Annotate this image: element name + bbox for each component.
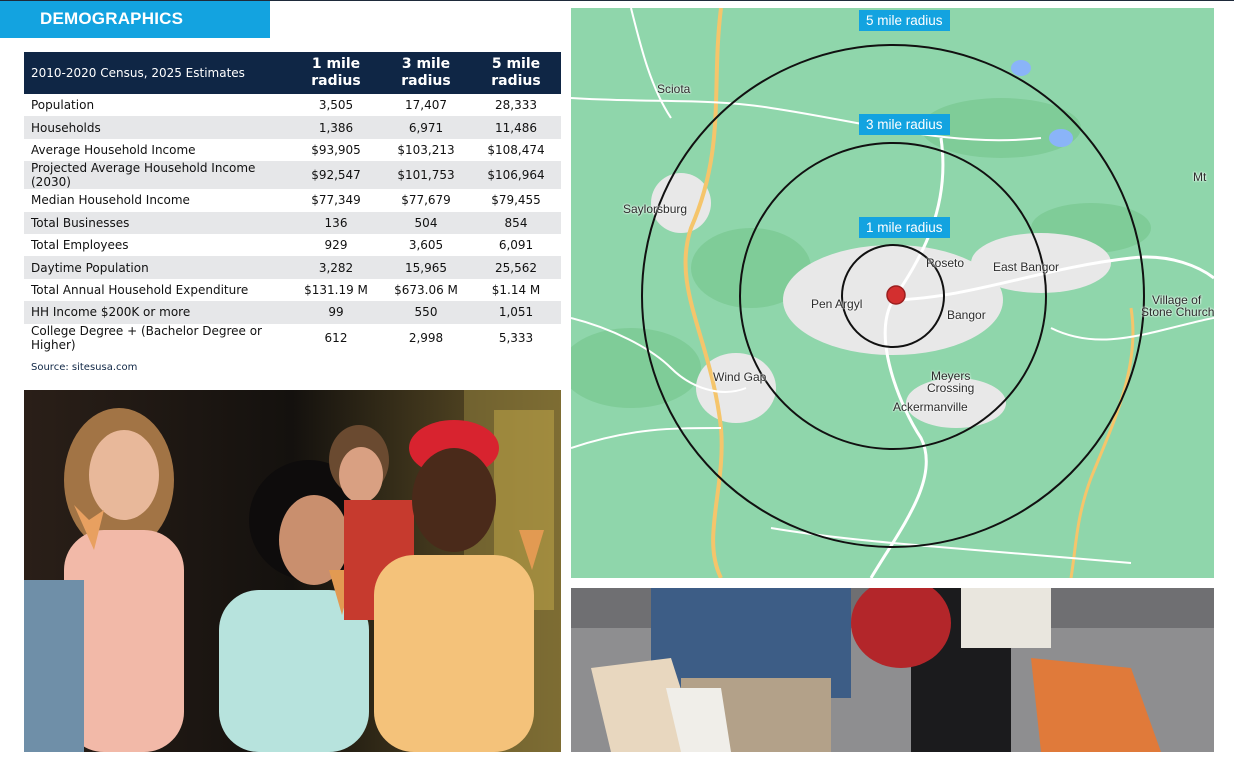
cell-value: 3,505 <box>318 98 354 113</box>
place-east-bangor: East Bangor <box>993 260 1060 274</box>
photo-friends-ice-cream <box>24 390 561 752</box>
cell-value: 17,407 <box>405 98 447 113</box>
cell-value: 3,605 <box>408 238 444 253</box>
table-row: Total Annual Household Expenditure $131.1… <box>24 279 561 301</box>
row-label: College Degree + (Bachelor Degree or Hig… <box>31 323 262 352</box>
place-mt: Mt <box>1193 170 1207 184</box>
table-row: Median Household Income $77,349 $77,679 $79… <box>24 189 561 211</box>
section-banner: DEMOGRAPHICS <box>0 1 270 38</box>
cell-value: 550 <box>414 305 438 320</box>
cell-value: 1,386 <box>318 120 354 135</box>
radius-label-1mi: 1 mile radius <box>859 217 950 238</box>
ice-cream-photo-illustration <box>24 390 561 752</box>
table-row: Daytime Population 3,282 15,965 25,562 <box>24 256 561 279</box>
cell-value: 2,998 <box>408 330 444 345</box>
column-5-mile: 5 mile radius <box>471 52 561 94</box>
cell-value: $1.14 M <box>491 282 541 297</box>
cell-value: $93,905 <box>311 142 361 157</box>
radius-label-5mi: 5 mile radius <box>859 10 950 31</box>
table-row: Projected Average Household Income (2030… <box>24 161 561 190</box>
cell-value: 15,965 <box>405 260 447 275</box>
place-pen-argyl: Pen Argyl <box>811 297 863 311</box>
location-pin-icon <box>886 285 906 305</box>
cell-value: 3,282 <box>318 260 354 275</box>
cell-value: 929 <box>324 238 348 253</box>
cell-value: 136 <box>324 215 348 230</box>
place-ackermanville: Ackermanville <box>893 400 968 414</box>
row-label: Total Businesses <box>31 215 130 230</box>
row-label: Daytime Population <box>31 260 149 275</box>
table-row: Households 1,386 6,971 11,486 <box>24 116 561 139</box>
photo-shopping-bags <box>571 588 1214 752</box>
column-3-mile: 3 mile radius <box>381 52 471 94</box>
cell-value: 854 <box>504 215 528 230</box>
table-header-row: 2010-2020 Census, 2025 Estimates 1 mile … <box>24 52 561 94</box>
cell-value: 25,562 <box>495 260 537 275</box>
cell-value: 28,333 <box>495 98 537 113</box>
cell-value: 612 <box>324 330 348 345</box>
cell-value: $673.06 M <box>394 282 458 297</box>
cell-value: 504 <box>414 215 438 230</box>
table-row: Total Businesses 136 504 854 <box>24 211 561 234</box>
cell-value: $108,474 <box>487 142 545 157</box>
row-label: Total Employees <box>31 238 129 253</box>
shopping-photo-illustration <box>571 588 1214 752</box>
column-header-label: 1 mile radius <box>311 56 361 89</box>
cell-value: $106,964 <box>487 168 545 183</box>
table-row: Average Household Income $93,905 $103,213 $… <box>24 139 561 161</box>
cell-value: 1,051 <box>498 305 534 320</box>
cell-value: $131.19 M <box>304 282 368 297</box>
demographics-table: 2010-2020 Census, 2025 Estimates 1 mile … <box>24 52 561 352</box>
cell-value: 11,486 <box>495 120 537 135</box>
place-wind-gap: Wind Gap <box>713 370 767 384</box>
radius-label-3mi: 3 mile radius <box>859 114 950 135</box>
cell-value: $101,753 <box>397 168 455 183</box>
row-label: Households <box>31 120 101 135</box>
cell-value: 5,333 <box>498 330 534 345</box>
cell-value: $77,349 <box>311 193 361 208</box>
cell-value: $103,213 <box>397 142 455 157</box>
cell-value: 6,091 <box>498 238 534 253</box>
column-1-mile: 1 mile radius <box>291 52 381 94</box>
place-stone-church: Stone Church <box>1141 305 1214 319</box>
column-header-label: 5 mile radius <box>491 56 541 89</box>
row-label: HH Income $200K or more <box>31 305 191 320</box>
place-roseto: Roseto <box>926 256 965 270</box>
place-saylorsburg: Saylorsburg <box>623 202 688 216</box>
row-label: Median Household Income <box>31 193 190 208</box>
row-label: Average Household Income <box>31 142 196 157</box>
place-bangor: Bangor <box>947 308 986 322</box>
place-crossing: Crossing <box>927 381 975 395</box>
table-subheader: 2010-2020 Census, 2025 Estimates <box>24 52 291 94</box>
place-sciota: Sciota <box>657 82 691 96</box>
table-row: Population 3,505 17,407 28,333 <box>24 94 561 116</box>
cell-value: $92,547 <box>311 168 361 183</box>
cell-value: 99 <box>328 305 344 320</box>
row-label: Total Annual Household Expenditure <box>31 282 249 297</box>
cell-value: $79,455 <box>491 193 541 208</box>
source-note: Source: sitesusa.com <box>31 362 138 373</box>
table-row: Total Employees 929 3,605 6,091 <box>24 234 561 256</box>
row-label: Population <box>31 98 95 113</box>
table-row: College Degree + (Bachelor Degree or Hig… <box>24 324 561 352</box>
table-row: HH Income $200K or more 99 550 1,051 <box>24 301 561 324</box>
cell-value: $77,679 <box>401 193 451 208</box>
section-title: DEMOGRAPHICS <box>40 9 184 28</box>
radius-map: 5 mile radius 3 mile radius 1 mile radiu… <box>571 8 1214 578</box>
cell-value: 6,971 <box>408 120 444 135</box>
row-label: Projected Average Household Income (2030… <box>31 161 256 190</box>
column-header-label: 3 mile radius <box>401 56 451 89</box>
